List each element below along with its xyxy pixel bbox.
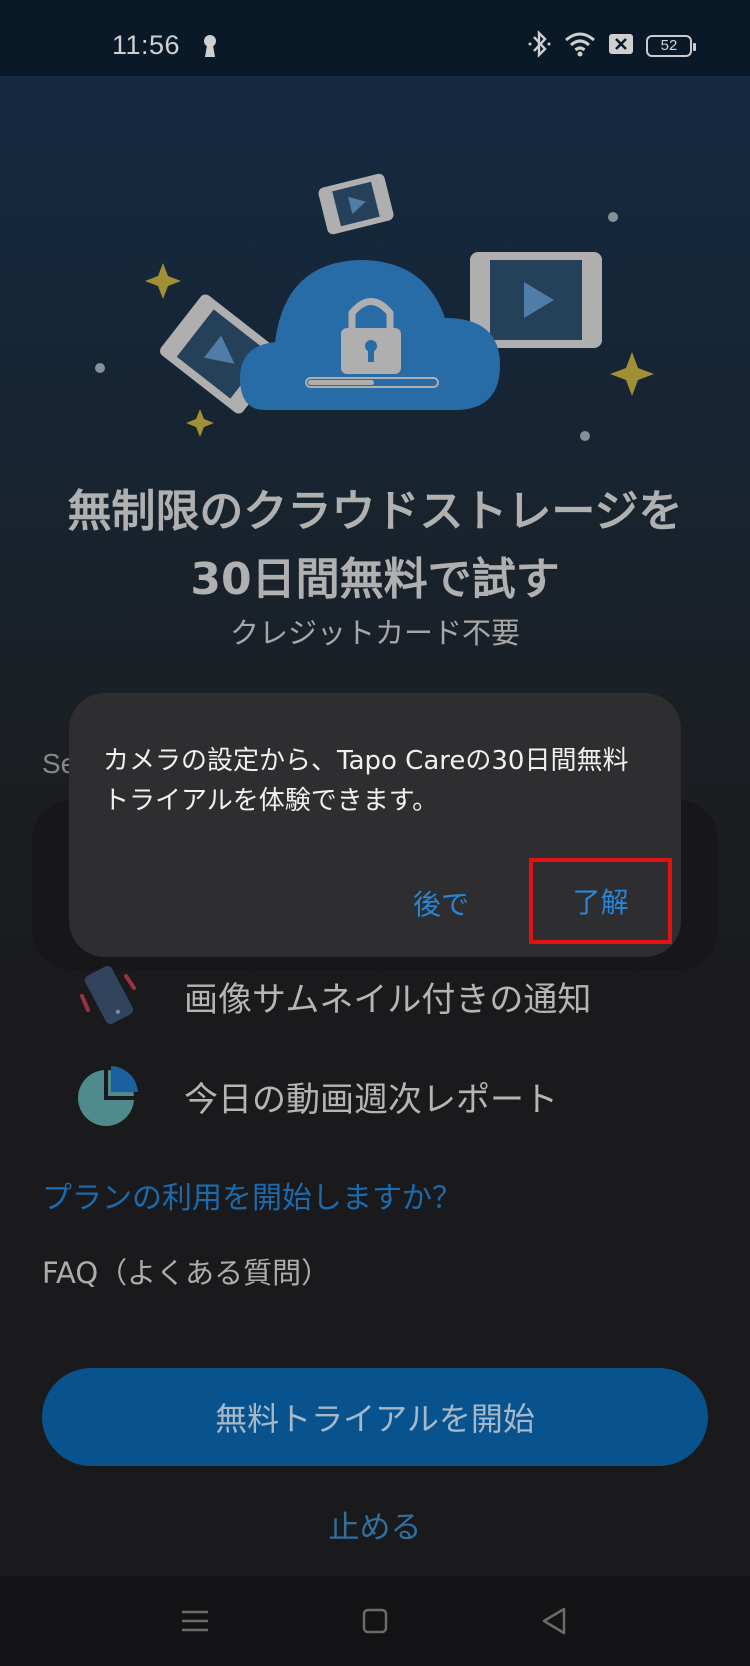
trial-info-dialog: カメラの設定から、Tapo Careの30日間無料トライアルを体験できます。 後…: [69, 693, 681, 957]
dialog-message: カメラの設定から、Tapo Careの30日間無料トライアルを体験できます。: [103, 746, 629, 816]
ok-button[interactable]: 了解: [529, 858, 672, 944]
ok-button-label: 了解: [572, 886, 629, 919]
later-button[interactable]: 後で: [413, 883, 469, 923]
